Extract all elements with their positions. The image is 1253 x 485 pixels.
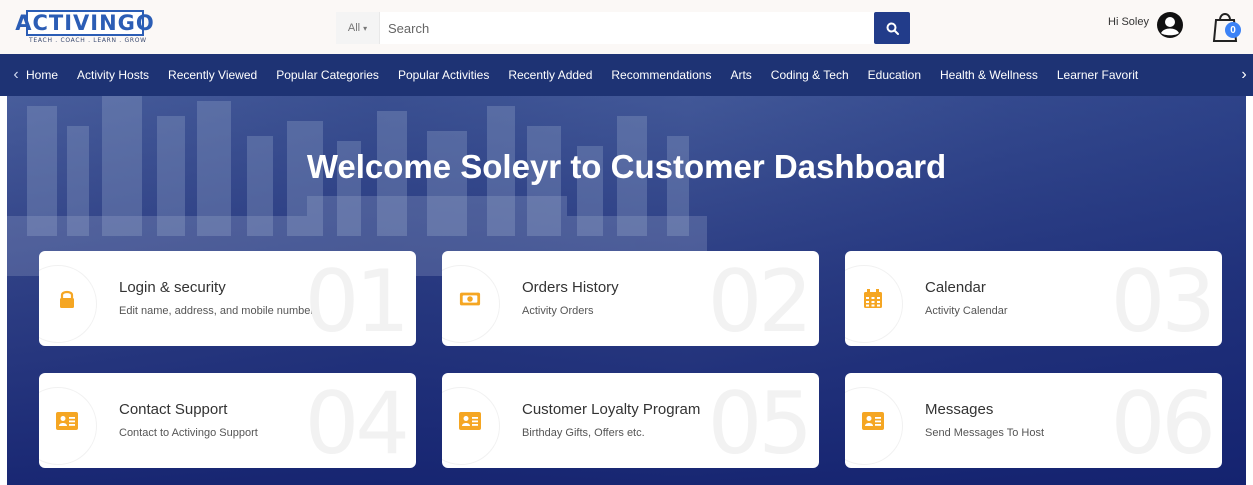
card-number: 01 (304, 252, 410, 346)
activingo-logo[interactable]: ACTIVINGO TEACH . COACH . LEARN . GROW (15, 10, 154, 46)
card-subtitle: Send Messages To Host (925, 427, 1045, 439)
contact-card-icon (56, 410, 78, 432)
card-number: 06 (1110, 374, 1216, 468)
search-category-select[interactable]: All ▾ (336, 12, 380, 44)
dashboard-hero: Welcome Soleyr to Customer Dashboard Log… (7, 96, 1246, 485)
nav-item-coding-tech[interactable]: Coding & Tech (771, 68, 849, 82)
money-icon (459, 288, 481, 310)
user-greeting[interactable]: Hi Soley (1108, 16, 1149, 28)
user-avatar-icon[interactable] (1156, 11, 1184, 39)
card-number: 04 (304, 374, 410, 468)
nav-item-activity-hosts[interactable]: Activity Hosts (77, 68, 149, 82)
card-number: 02 (707, 252, 813, 346)
card-orders-history[interactable]: Orders History Activity Orders 02 (442, 251, 819, 346)
nav-item-arts[interactable]: Arts (730, 68, 751, 82)
calendar-icon (862, 288, 884, 310)
card-title: Orders History (522, 279, 619, 296)
cart-count-badge: 0 (1225, 22, 1241, 38)
search-input[interactable] (380, 12, 910, 44)
nav-item-recently-viewed[interactable]: Recently Viewed (168, 68, 257, 82)
card-subtitle: Contact to Activingo Support (119, 427, 258, 439)
card-title: Contact Support (119, 401, 228, 418)
card-title: Calendar (925, 279, 986, 296)
card-login-security[interactable]: Login & security Edit name, address, and… (39, 251, 416, 346)
nav-scroll-right-icon[interactable]: › (1236, 54, 1252, 96)
card-messages[interactable]: Messages Send Messages To Host 06 (845, 373, 1222, 468)
caret-down-icon: ▾ (363, 23, 368, 33)
card-subtitle: Activity Orders (522, 305, 594, 317)
logo-text: ACTIVINGO (15, 10, 155, 35)
nav-item-health-wellness[interactable]: Health & Wellness (940, 68, 1038, 82)
dashboard-welcome-title: Welcome Soleyr to Customer Dashboard (306, 148, 947, 185)
nav-item-recently-added[interactable]: Recently Added (508, 68, 592, 82)
search-category-label: All (347, 22, 361, 34)
nav-item-popular-categories[interactable]: Popular Categories (276, 68, 379, 82)
card-title: Customer Loyalty Program (522, 401, 701, 418)
card-title: Login & security (119, 279, 226, 296)
card-customer-loyalty[interactable]: Customer Loyalty Program Birthday Gifts,… (442, 373, 819, 468)
search-bar: All ▾ (336, 12, 910, 44)
nav-items: Home Activity Hosts Recently Viewed Popu… (26, 54, 1236, 96)
top-header: ACTIVINGO TEACH . COACH . LEARN . GROW A… (0, 0, 1253, 54)
nav-item-learner-favorites[interactable]: Learner Favorit (1057, 68, 1138, 82)
card-subtitle: Activity Calendar (925, 305, 1008, 317)
card-number: 05 (707, 374, 813, 468)
logo-tagline: TEACH . COACH . LEARN . GROW (29, 37, 147, 44)
card-subtitle: Edit name, address, and mobile number (119, 305, 315, 317)
logo-box: ACTIVINGO (15, 10, 154, 36)
card-title: Messages (925, 401, 994, 418)
nav-item-home[interactable]: Home (26, 68, 58, 82)
search-icon (886, 22, 899, 35)
nav-item-education[interactable]: Education (868, 68, 921, 82)
card-subtitle: Birthday Gifts, Offers etc. (522, 427, 645, 439)
city-skyline-background (7, 96, 707, 276)
nav-item-popular-activities[interactable]: Popular Activities (398, 68, 489, 82)
category-nav: ‹ Home Activity Hosts Recently Viewed Po… (0, 54, 1253, 96)
card-number: 03 (1110, 252, 1216, 346)
search-button[interactable] (874, 12, 910, 44)
card-contact-support[interactable]: Contact Support Contact to Activingo Sup… (39, 373, 416, 468)
contact-card-icon (459, 410, 481, 432)
contact-card-icon (862, 410, 884, 432)
card-calendar[interactable]: Calendar Activity Calendar 03 (845, 251, 1222, 346)
lock-icon (56, 288, 78, 310)
nav-scroll-left-icon[interactable]: ‹ (8, 54, 24, 96)
nav-item-recommendations[interactable]: Recommendations (611, 68, 711, 82)
